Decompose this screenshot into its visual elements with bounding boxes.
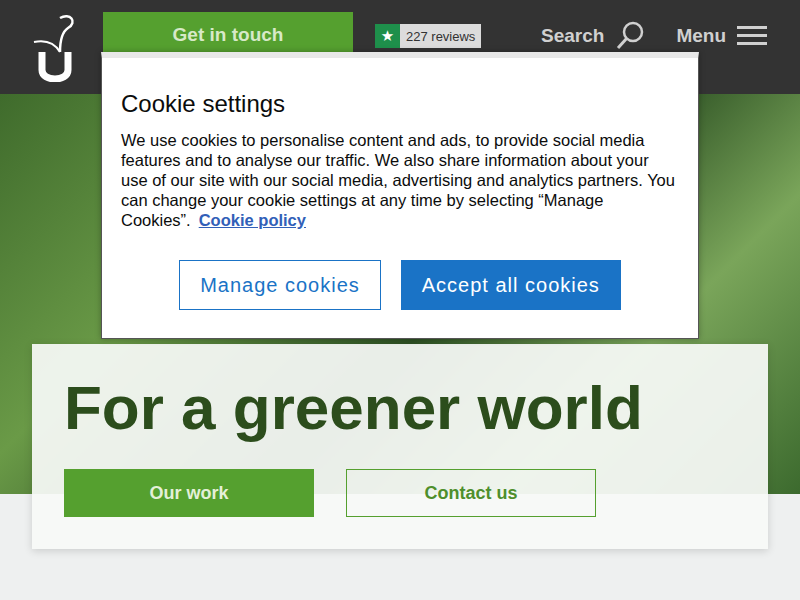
trustpilot-badge[interactable]: ★227 reviews [375,24,481,48]
trust-star: ★ [375,24,400,48]
cookie-policy-link[interactable]: Cookie policy [199,211,306,229]
hero-card: For a greener world Our work Contact us [32,344,768,549]
search-button[interactable]: Search [541,20,646,52]
dialog-body: We use cookies to personalise content an… [121,130,679,230]
hero-button[interactable]: Contact us [346,469,596,517]
menu-button[interactable]: Menu [676,20,768,52]
dialog-title: Cookie settings [121,90,679,118]
cookie-button[interactable]: Manage cookies [179,260,381,310]
dialog-buttons: Manage cookies Accept all cookies [121,260,679,310]
cookie-dialog: Cookie settings We use cookies to persona… [101,52,699,339]
review-count: 227 reviews [400,24,481,48]
header-actions: Search Menu [541,20,768,52]
hero-heading: For a greener world [64,372,736,443]
plant-logo-icon[interactable] [30,12,80,82]
hero-buttons: Our work Contact us [64,469,736,517]
hero-button[interactable]: Our work [64,469,314,517]
cookie-button[interactable]: Accept all cookies [401,260,621,310]
magnifier-icon [614,20,646,52]
hamburger-icon [736,20,768,52]
page: Get in touch★227 reviewsSearchMenuFor a … [0,0,800,600]
